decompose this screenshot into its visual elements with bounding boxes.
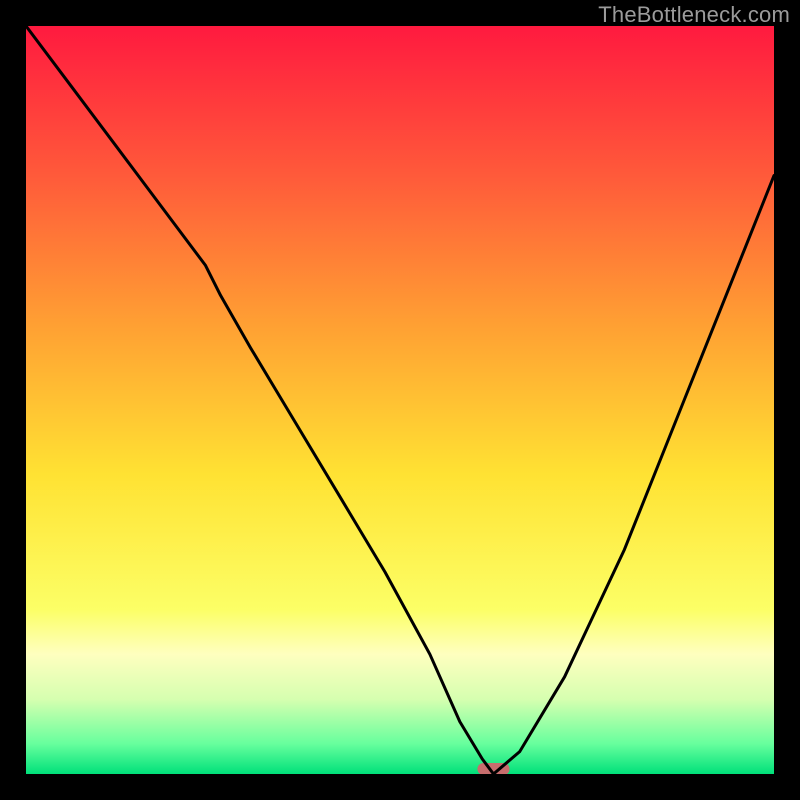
- plot-frame: [26, 26, 774, 774]
- watermark-label: TheBottleneck.com: [598, 2, 790, 28]
- chart-stage: TheBottleneck.com: [0, 0, 800, 800]
- chart-svg: [26, 26, 774, 774]
- gradient-background: [26, 26, 774, 774]
